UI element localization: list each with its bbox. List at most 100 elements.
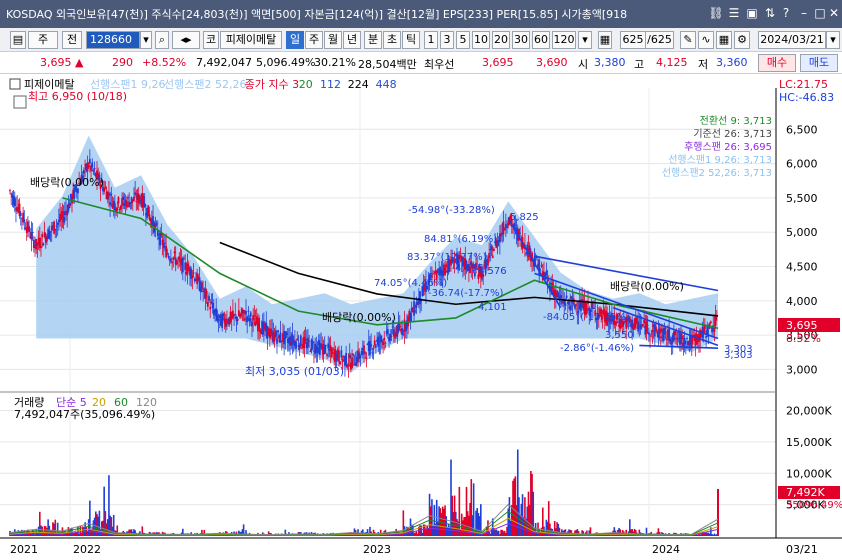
candle-body xyxy=(487,258,489,266)
trend-annotation-12: -2.86°(-1.46%) xyxy=(560,343,634,354)
volume-detail-value: 7,492,047주(35,096.49%) xyxy=(14,408,155,421)
candle-body xyxy=(339,361,342,365)
candle-body xyxy=(200,282,203,290)
list-icon[interactable]: ☰ xyxy=(726,5,742,21)
title-bar: KOSDAQ 외국인보유[47(천)] 주식수[24,803(천)] 액면[50… xyxy=(0,0,842,28)
candle-body xyxy=(709,321,712,323)
price-chart[interactable]: 3,0003,5004,0004,5005,0005,5006,0006,500… xyxy=(0,75,842,560)
ask-price: 3,695 xyxy=(482,56,514,69)
current-change-tag-text: 8.52% xyxy=(786,332,821,345)
candle-body xyxy=(61,211,64,218)
link-icon[interactable]: ⛓ xyxy=(708,5,724,21)
menu-icon[interactable]: ▤ xyxy=(10,31,26,49)
help-icon[interactable]: ? xyxy=(778,5,794,21)
candle-body xyxy=(251,321,253,327)
tab-second[interactable]: 초 xyxy=(383,31,401,49)
candle-body xyxy=(117,197,120,204)
candle-body xyxy=(62,216,65,223)
transfer-icon[interactable]: ⇅ xyxy=(762,5,778,21)
count-input[interactable]: 625 xyxy=(620,31,646,49)
stock-name: 피제이메탈 xyxy=(220,31,282,49)
candle-body xyxy=(108,192,110,197)
interval-5[interactable]: 5 xyxy=(456,31,470,49)
candle-body xyxy=(352,353,355,356)
candle-body xyxy=(649,335,651,337)
candle-body xyxy=(359,355,362,359)
interval-dropdown-icon[interactable]: ▾ xyxy=(578,31,592,49)
tab-month[interactable]: 월 xyxy=(324,31,342,49)
minimize-icon[interactable]: – xyxy=(796,5,812,21)
close-icon[interactable]: ✕ xyxy=(826,5,842,21)
candle-body xyxy=(695,333,698,345)
trend-annotation-3: 84.81°(6.19%) xyxy=(424,234,497,245)
ex-dividend-annotation-1: 배당락(0.00%) xyxy=(30,176,104,189)
toolbar: ▤ 주 전 128660 ▾ ⌕ ◂▸ 코 피제이메탈 일 주 월 년 분 초 … xyxy=(0,28,842,52)
tab-minute[interactable]: 분 xyxy=(364,31,382,49)
trend-annotation-9: 4,101 xyxy=(478,302,507,313)
best-quote-label: 최우선 xyxy=(424,58,455,71)
draw-tool-icon[interactable]: ✎ xyxy=(680,31,696,49)
candle-body xyxy=(92,170,95,172)
type-select[interactable]: 주 xyxy=(28,31,58,49)
interval-10[interactable]: 10 xyxy=(472,31,490,49)
code-dropdown-icon[interactable]: ▾ xyxy=(140,31,152,49)
candle-body xyxy=(10,193,13,195)
candle-body xyxy=(650,333,653,335)
sound-icon[interactable]: ◂▸ xyxy=(172,31,200,49)
x-tick-label: 2024 xyxy=(652,543,680,556)
tab-year[interactable]: 년 xyxy=(343,31,361,49)
candle-body xyxy=(397,323,400,332)
candle-body xyxy=(658,328,661,334)
search-icon[interactable]: ⌕ xyxy=(155,31,169,49)
indicator-icon[interactable]: ∿ xyxy=(698,31,714,49)
tab-week[interactable]: 주 xyxy=(305,31,323,49)
candle-body xyxy=(390,336,393,338)
candle-body xyxy=(19,212,22,217)
settings-icon[interactable]: ⚙ xyxy=(734,31,750,49)
date-input[interactable]: 2024/03/21 xyxy=(758,31,826,49)
candle-body xyxy=(191,275,194,279)
interval-1[interactable]: 1 xyxy=(424,31,438,49)
volume-tick-label: 10,000K xyxy=(786,467,832,480)
tab-tick[interactable]: 틱 xyxy=(402,31,420,49)
price-tick-label: 6,500 xyxy=(786,123,818,136)
candle-body xyxy=(371,352,374,354)
candle-body xyxy=(135,200,138,203)
candle-body xyxy=(444,267,446,276)
date-picker-icon[interactable]: ▾ xyxy=(826,31,840,49)
candle-body xyxy=(502,221,505,235)
current-volume-pct-text: 35096.49% xyxy=(786,500,842,511)
candle-body xyxy=(560,300,563,304)
stock-code-input[interactable]: 128660 xyxy=(86,31,140,49)
candle-body xyxy=(369,341,371,356)
leading-span1-value: 선행스팬1 9,26: 3,713 xyxy=(668,154,772,166)
period-select[interactable]: 전 xyxy=(62,31,82,49)
save-icon[interactable]: ▣ xyxy=(744,5,760,21)
candle-body xyxy=(279,332,282,342)
candle-body xyxy=(546,279,549,283)
quote-bar: 3,695 ▲ 290 +8.52% 7,492,047 5,096.49% 3… xyxy=(0,52,842,74)
candle-body xyxy=(178,256,181,259)
grid-icon[interactable]: ▦ xyxy=(716,31,732,49)
candle-body xyxy=(382,341,384,346)
buy-button[interactable]: 매수 xyxy=(758,54,796,72)
trend-annotation-2: 5,825 xyxy=(510,212,539,223)
candle-body xyxy=(143,203,146,207)
calendar-icon[interactable]: ▦ xyxy=(598,31,612,49)
sell-button[interactable]: 매도 xyxy=(800,54,838,72)
interval-3[interactable]: 3 xyxy=(440,31,454,49)
candle-body xyxy=(41,234,44,238)
tab-day[interactable]: 일 xyxy=(286,31,304,49)
candle-body xyxy=(215,308,218,317)
candle-body xyxy=(245,310,247,315)
trend-annotation-10: -84.05°(-13.75%) xyxy=(543,312,630,323)
lc-indicator: LC:21.75 xyxy=(779,78,828,91)
interval-20[interactable]: 20 xyxy=(492,31,510,49)
interval-60[interactable]: 60 xyxy=(532,31,550,49)
price-tick-label: 5,500 xyxy=(786,192,818,205)
candle-body xyxy=(23,219,26,223)
interval-120[interactable]: 120 xyxy=(552,31,576,49)
price-tick-label: 4,500 xyxy=(786,261,818,274)
interval-30[interactable]: 30 xyxy=(512,31,530,49)
candle-body xyxy=(323,345,326,354)
